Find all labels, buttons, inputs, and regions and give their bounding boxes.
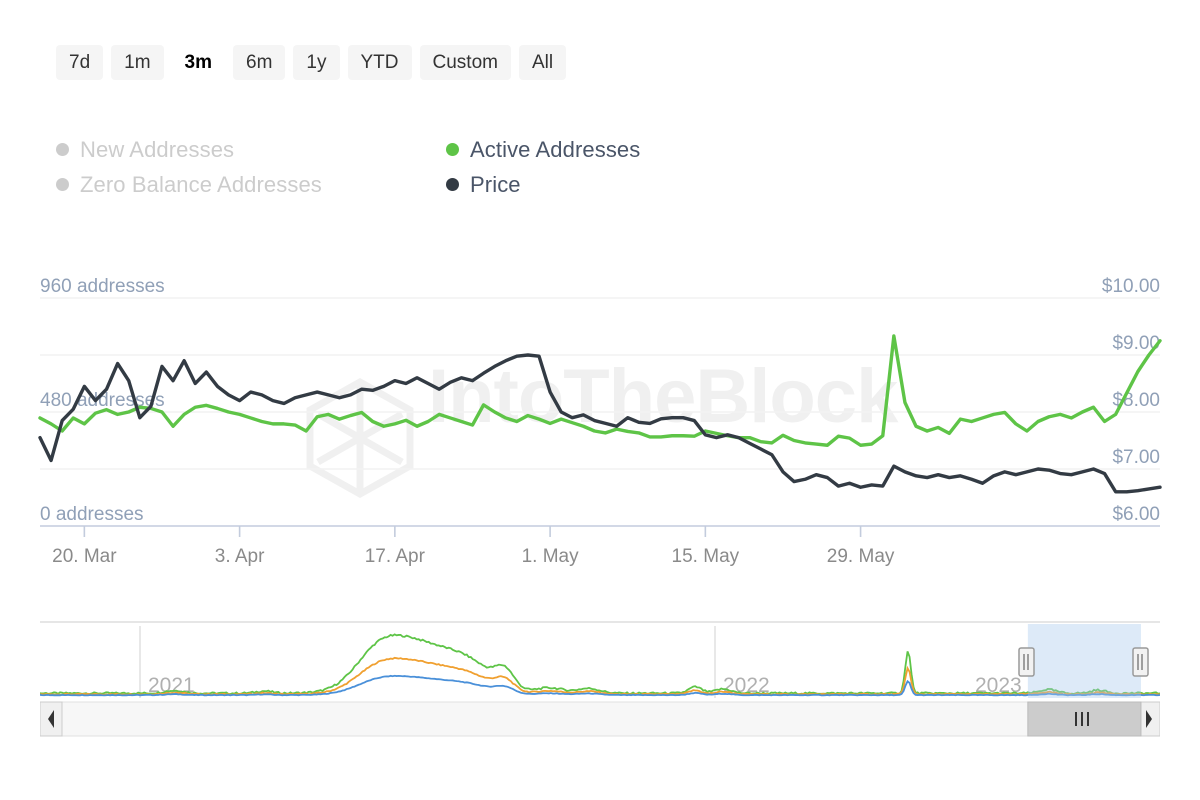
navigator-scrollbar[interactable] (39, 701, 1161, 737)
svg-text:$6.00: $6.00 (1112, 504, 1160, 525)
legend-item-zero-balance-addresses[interactable]: Zero Balance Addresses (56, 172, 446, 198)
range-button-custom[interactable]: Custom (419, 45, 511, 80)
legend-bullet-icon (446, 178, 459, 191)
x-axis-label: 20. Mar (52, 546, 117, 567)
x-axis-label: 17. Apr (365, 546, 426, 567)
legend-label: Zero Balance Addresses (80, 171, 322, 197)
legend-item-price[interactable]: Price (446, 172, 816, 198)
svg-text:960 addresses: 960 addresses (40, 276, 165, 297)
chart-legend[interactable]: New Addresses Active Addresses Zero Balanc… (56, 132, 816, 202)
navigator-handle-left[interactable] (1018, 647, 1035, 677)
legend-label: New Addresses (80, 136, 235, 162)
x-axis-label: 15. May (672, 546, 740, 567)
x-axis-label: 1. May (522, 546, 580, 567)
x-axis-label: 3. Apr (215, 546, 265, 567)
legend-bullet-icon (56, 143, 69, 156)
x-axis-ticks (83, 526, 862, 537)
range-button-1y[interactable]: 1y (293, 45, 340, 80)
range-button-6m[interactable]: 6m (233, 45, 286, 80)
range-button-all[interactable]: All (518, 45, 567, 80)
x-axis-label: 29. May (827, 546, 895, 567)
svg-text:$7.00: $7.00 (1112, 447, 1160, 468)
range-button-1m[interactable]: 1m (111, 45, 164, 80)
legend-label: Active Addresses (470, 136, 641, 162)
legend-label: Price (470, 171, 521, 197)
legend-item-active-addresses[interactable]: Active Addresses (446, 137, 816, 163)
x-axis-labels: 20. Mar 3. Apr 17. Apr 1. May 15. May 29. May (52, 546, 895, 567)
scrollbar-thumb[interactable] (1027, 701, 1142, 737)
legend-item-new-addresses[interactable]: New Addresses (56, 137, 446, 163)
chart-navigator[interactable]: 2021 2022 2023 (39, 620, 1161, 740)
range-selector[interactable]: 7d 1m 3m 6m 1y YTD Custom All (56, 45, 567, 80)
scrollbar-track[interactable] (39, 701, 1161, 737)
svg-text:IntoTheBlock: IntoTheBlock (428, 354, 899, 439)
navigator-handle-right[interactable] (1132, 647, 1149, 677)
svg-text:0 addresses: 0 addresses (40, 504, 144, 525)
range-button-ytd[interactable]: YTD (347, 45, 412, 80)
range-button-7d[interactable]: 7d (56, 45, 104, 80)
y-axis-left-labels: 960 addresses 480 addresses 0 addresses (40, 276, 165, 525)
scrollbar-left-arrow-button[interactable] (39, 701, 63, 737)
legend-bullet-icon (56, 178, 69, 191)
range-button-3m[interactable]: 3m (171, 45, 226, 80)
navigator-selection-mask[interactable] (1027, 624, 1141, 698)
legend-bullet-icon (446, 143, 459, 156)
svg-text:$10.00: $10.00 (1102, 276, 1160, 297)
main-chart[interactable]: IntoTheBlock 960 addresses 480 addresses… (0, 270, 1200, 590)
